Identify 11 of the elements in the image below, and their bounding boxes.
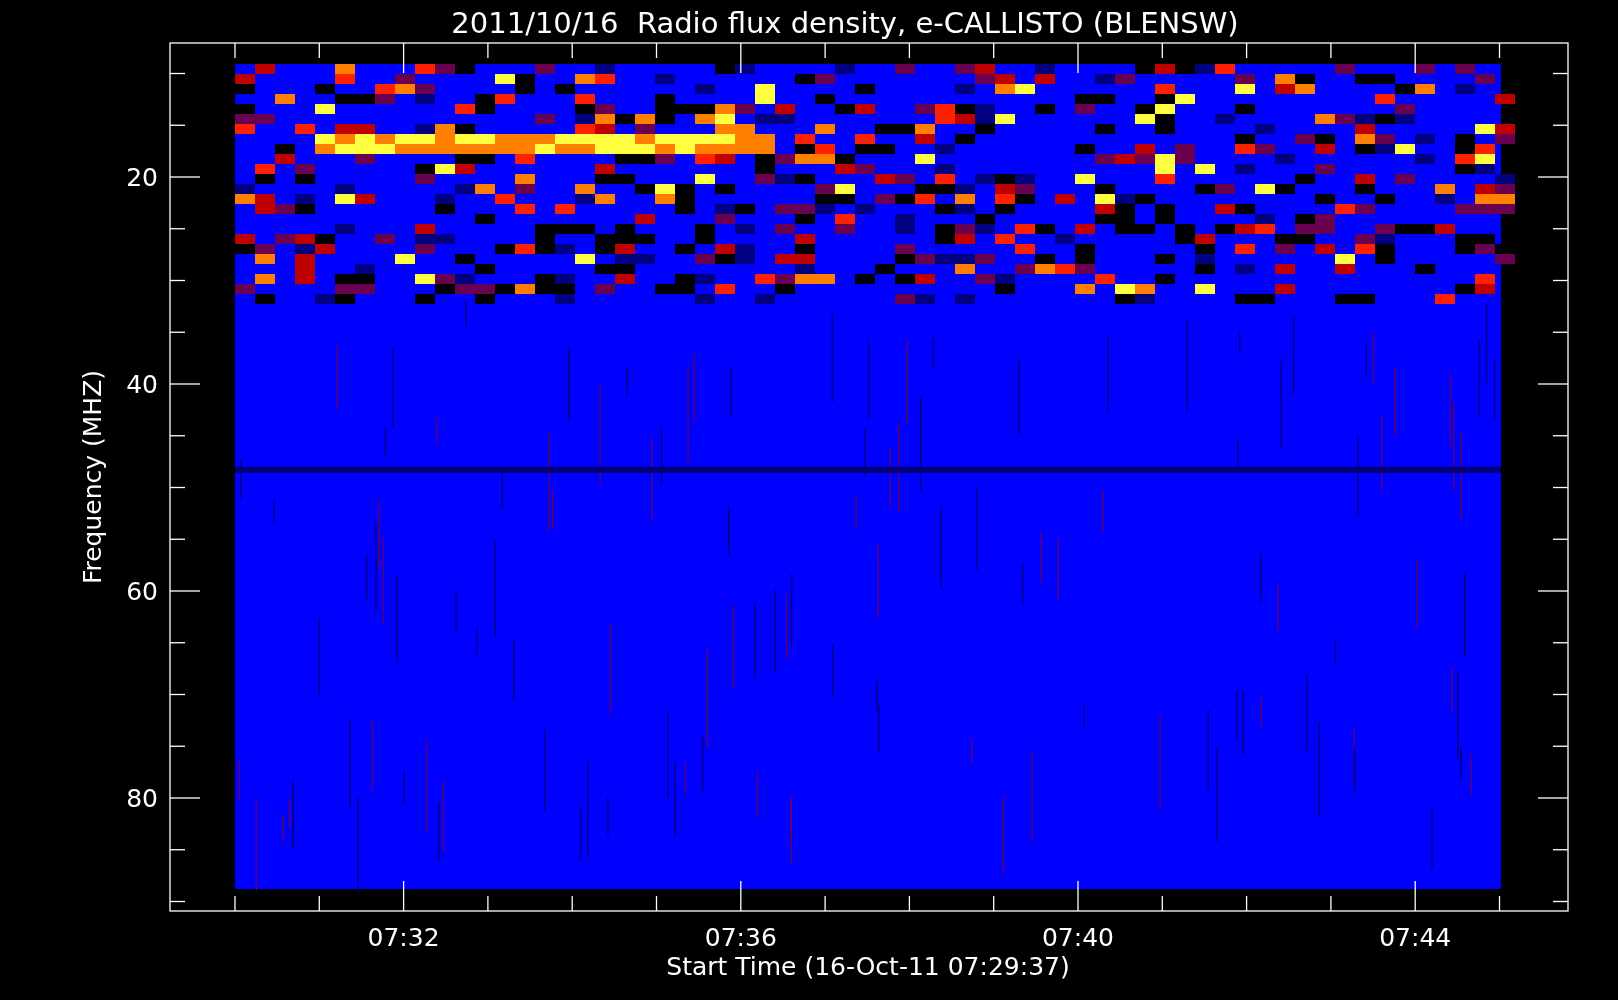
plot-title: 2011/10/16 Radio flux density, e-CALLISTO (BLENSW) (451, 6, 1239, 40)
tick-label: 07:44 (1379, 923, 1452, 952)
tick-label: 07:36 (704, 923, 777, 952)
tick-label: 40 (126, 370, 158, 399)
axis-label: Frequency (MHZ) (78, 369, 107, 585)
tick-label: 20 (126, 163, 158, 192)
tick-label: 07:32 (367, 923, 440, 952)
axis-label: Start Time (16-Oct-11 07:29:37) (666, 952, 1070, 981)
tick-label: 80 (126, 784, 158, 813)
tick-label: 07:40 (1042, 923, 1114, 952)
tick-label: 60 (126, 577, 158, 606)
